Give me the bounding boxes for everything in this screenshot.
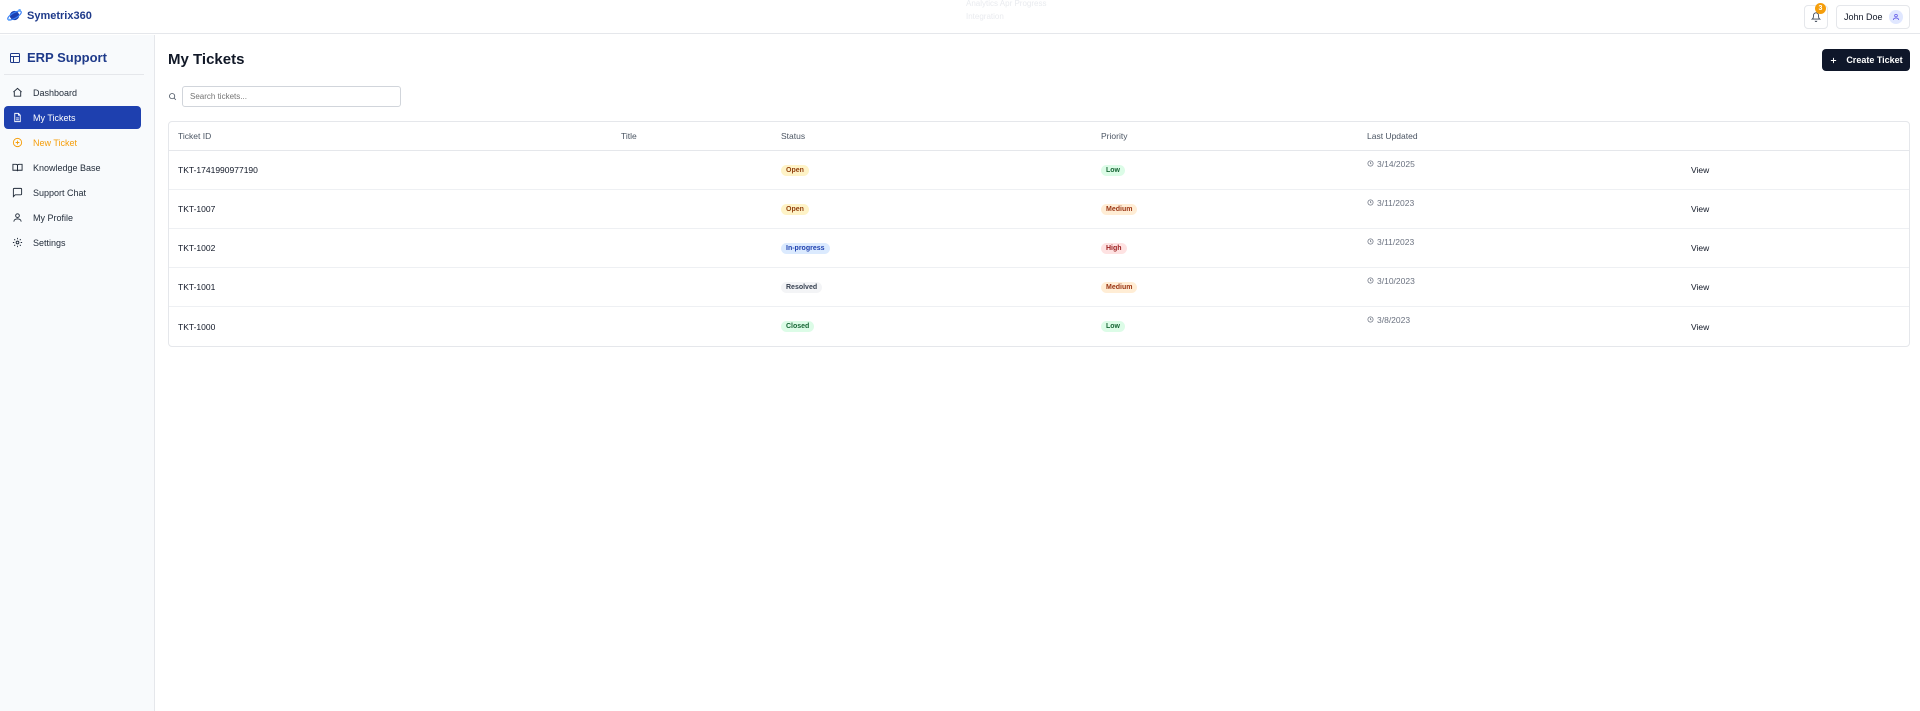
document-icon — [14, 112, 21, 123]
sidebar-item-label: Dashboard — [33, 87, 78, 98]
ticket-id: TKT-1000 — [178, 321, 216, 332]
sidebar-item-label: Settings — [33, 237, 66, 248]
clock-icon — [1367, 238, 1374, 245]
column-header-last-updated: Last Updated — [1367, 131, 1418, 141]
table-row[interactable]: TKT-1002 In-progress High 3/11/2023 View — [169, 229, 1909, 268]
status-badge: Open — [781, 203, 809, 215]
clock-icon — [1367, 316, 1374, 323]
sidebar-item-label: Knowledge Base — [33, 162, 101, 173]
priority-badge: High — [1101, 242, 1127, 254]
view-link[interactable]: View — [1691, 268, 1709, 306]
avatar — [1888, 10, 1903, 24]
ticket-id: TKT-1741990977190 — [178, 165, 258, 175]
view-link[interactable]: View — [1691, 190, 1709, 228]
clock-icon — [1367, 199, 1374, 206]
faded-text: Analytics Apr Progress — [966, 0, 1047, 8]
view-link[interactable]: View — [1691, 229, 1709, 267]
sidebar-title: ERP Support — [9, 50, 107, 65]
gear-icon — [12, 237, 23, 248]
table-row[interactable]: TKT-1007 Open Medium 3/11/2023 View — [169, 190, 1909, 229]
ticket-id: TKT-1001 — [178, 282, 216, 292]
search-icon — [169, 93, 177, 101]
sidebar-item-settings[interactable]: Settings — [4, 231, 141, 254]
sidebar-item-label: Support Chat — [33, 187, 87, 198]
user-menu-button[interactable]: John Doe — [1836, 5, 1910, 29]
plus-circle-icon — [12, 137, 23, 148]
table-row[interactable]: TKT-1741990977190 Open Low 3/14/2025 Vie… — [169, 151, 1909, 190]
status-badge: Closed — [781, 321, 815, 332]
create-ticket-label: Create Ticket — [1846, 55, 1903, 65]
user-icon — [1892, 14, 1899, 21]
sidebar-item-label: My Profile — [33, 212, 74, 223]
priority-badge: Medium — [1101, 281, 1138, 293]
user-name: John Doe — [1844, 12, 1883, 22]
last-updated: 3/11/2023 — [1377, 198, 1415, 208]
sidebar: ERP Support Dashboard My Tickets New Tic… — [0, 35, 155, 711]
ticket-id: TKT-1002 — [178, 243, 216, 253]
view-link[interactable]: View — [1691, 307, 1709, 346]
chat-icon — [12, 187, 23, 198]
last-updated: 3/10/2023 — [1377, 276, 1415, 286]
priority-badge: Low — [1101, 321, 1125, 332]
sidebar-nav: Dashboard My Tickets New Ticket Knowledg… — [4, 81, 141, 256]
sidebar-item-my-profile[interactable]: My Profile — [4, 206, 141, 229]
status-badge: Resolved — [781, 281, 823, 293]
priority-badge: Medium — [1101, 203, 1138, 215]
sidebar-item-label: New Ticket — [33, 137, 78, 148]
table-row[interactable]: TKT-1000 Closed Low 3/8/2023 View — [169, 307, 1909, 346]
faded-text: Integration — [966, 12, 1004, 21]
last-updated: 3/8/2023 — [1377, 315, 1411, 325]
sidebar-item-my-tickets[interactable]: My Tickets — [4, 106, 141, 129]
table-row[interactable]: TKT-1001 Resolved Medium 3/10/2023 View — [169, 268, 1909, 307]
home-icon — [13, 87, 22, 97]
priority-badge: Low — [1101, 164, 1125, 176]
column-header-status: Status — [781, 131, 806, 141]
column-header-priority: Priority — [1101, 131, 1128, 141]
clock-icon — [1367, 277, 1374, 284]
tickets-table: Ticket ID Title Status Priority Last Upd… — [168, 121, 1910, 347]
column-header-ticket-id: Ticket ID — [178, 131, 212, 141]
sidebar-item-dashboard[interactable]: Dashboard — [4, 81, 141, 104]
logo-icon — [7, 9, 22, 21]
create-ticket-button[interactable]: Create Ticket — [1822, 49, 1910, 71]
user-icon — [13, 213, 22, 222]
page-title: My Tickets — [168, 51, 245, 68]
notification-badge: 3 — [1815, 3, 1826, 14]
brand[interactable]: Symetrix360 — [6, 7, 92, 24]
status-badge: Open — [781, 164, 809, 176]
search-bar — [168, 86, 401, 107]
search-input[interactable] — [182, 86, 401, 107]
column-header-title: Title — [621, 131, 637, 141]
sidebar-item-new-ticket[interactable]: New Ticket — [4, 131, 141, 154]
table-header: Ticket ID Title Status Priority Last Upd… — [169, 122, 1909, 151]
sidebar-item-knowledge-base[interactable]: Knowledge Base — [4, 156, 141, 179]
last-updated: 3/11/2023 — [1377, 237, 1415, 247]
last-updated: 3/14/2025 — [1377, 159, 1415, 169]
sidebar-item-support-chat[interactable]: Support Chat — [4, 181, 141, 204]
status-badge: In-progress — [781, 242, 830, 254]
book-icon — [12, 163, 23, 172]
view-link[interactable]: View — [1691, 151, 1709, 189]
sidebar-title-text: ERP Support — [27, 50, 107, 65]
sidebar-item-label: My Tickets — [33, 112, 76, 123]
clock-icon — [1367, 160, 1374, 167]
divider — [4, 74, 144, 75]
top-bar: Symetrix360 Analytics Apr Progress Integ… — [0, 0, 1920, 34]
app-name: Symetrix360 — [27, 9, 92, 22]
ticket-id: TKT-1007 — [178, 204, 216, 214]
layout-icon — [10, 52, 20, 63]
plus-icon — [1831, 57, 1837, 63]
